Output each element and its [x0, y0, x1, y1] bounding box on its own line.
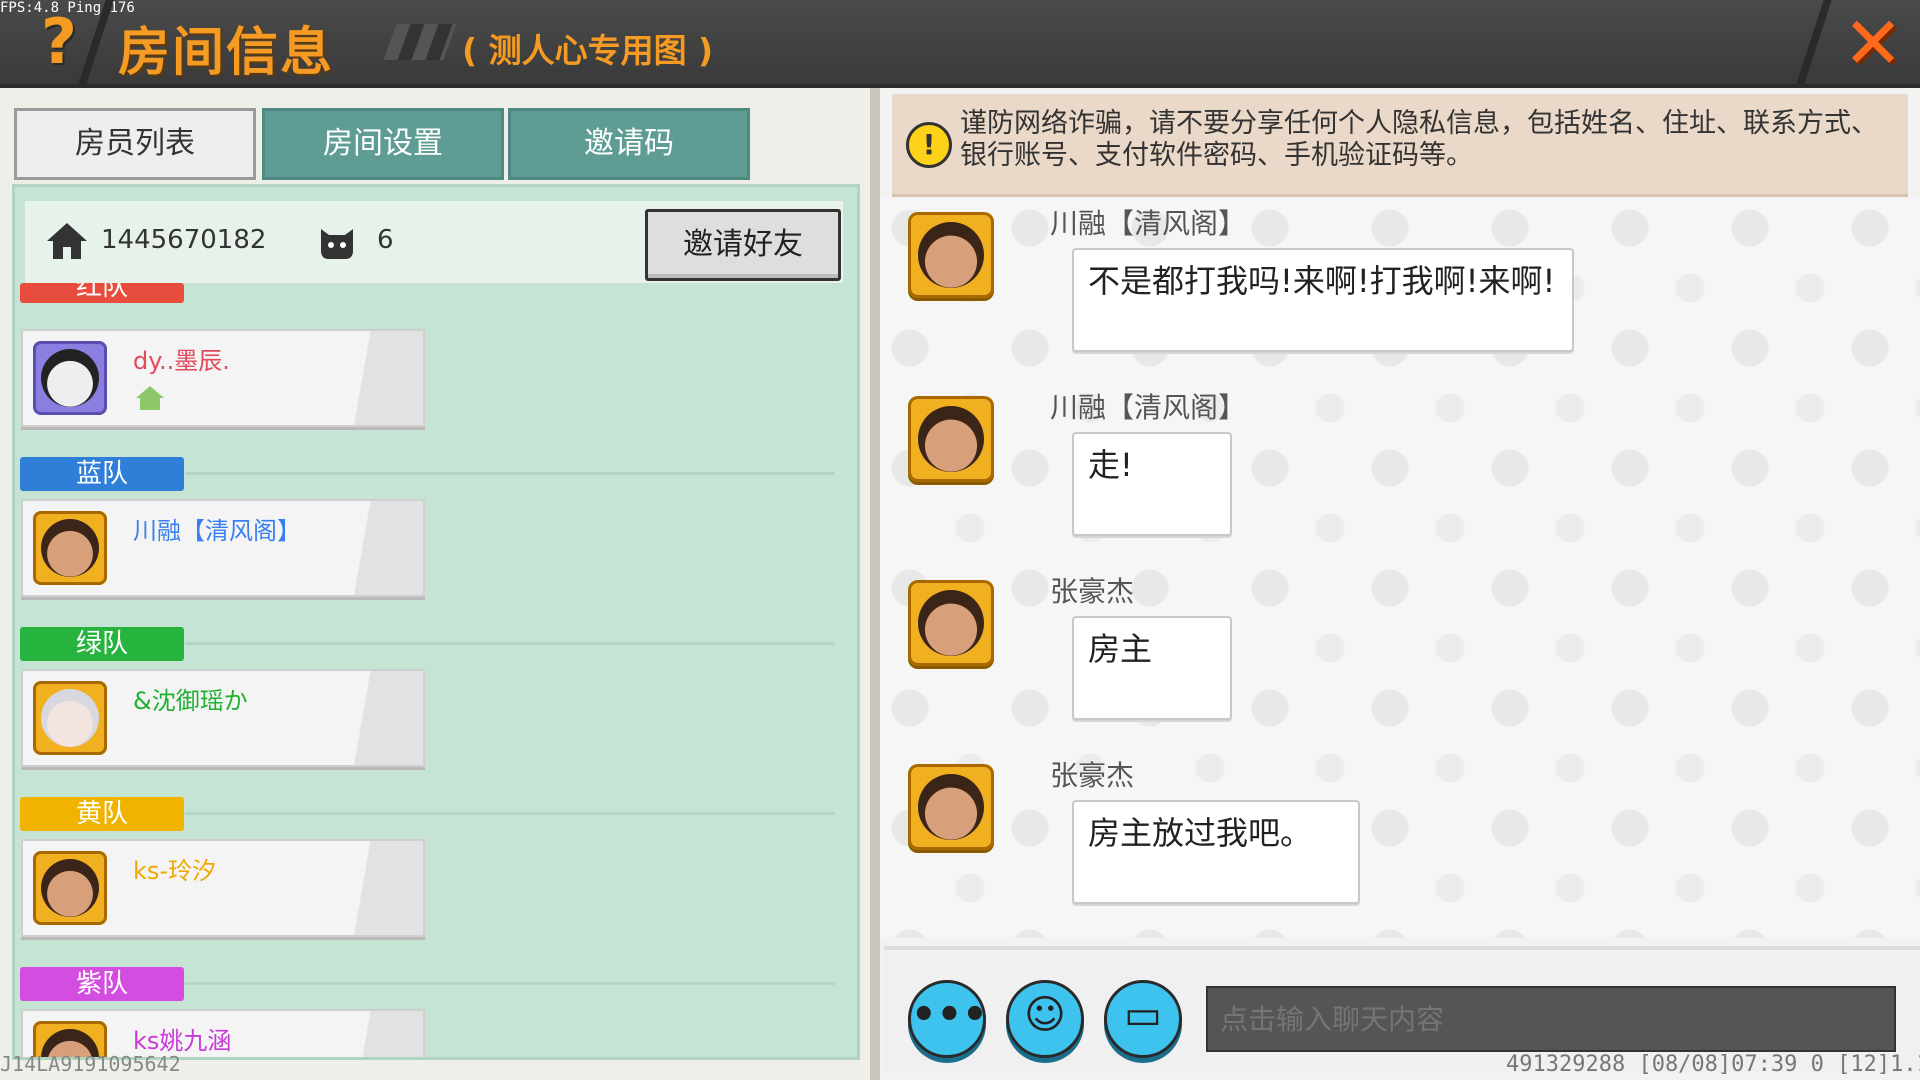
avatar: [908, 396, 994, 482]
host-house-icon: [136, 386, 164, 410]
message-bubble: 房主: [1072, 616, 1232, 720]
keyboard-icon[interactable]: ▭: [1104, 980, 1182, 1058]
team-label-green: 绿队: [20, 627, 184, 661]
message-sender: 张豪杰: [1050, 759, 1135, 792]
tab-member-list[interactable]: 房员列表: [14, 108, 256, 180]
emoji-icon[interactable]: ☺: [1006, 980, 1084, 1058]
tab-room-settings[interactable]: 房间设置: [262, 108, 504, 180]
tab-invite-code[interactable]: 邀请码: [508, 108, 750, 180]
version-info: 491329288 [08/08]07:39 0 [12]1.16.1: [1506, 1052, 1920, 1077]
divider: [185, 812, 835, 815]
team-label-purple: 紫队: [20, 967, 184, 1001]
room-info-bar: 1445670182 6 邀请好友: [25, 201, 843, 283]
member-name: 川融【清风阁】: [133, 517, 301, 545]
chat-messages[interactable]: 川融【清风阁】 不是都打我吗!来啊!打我啊!来啊! 川融【清风阁】 走! 张豪杰…: [880, 198, 1920, 938]
message-sender: 川融【清风阁】: [1050, 207, 1247, 240]
member-card[interactable]: &沈御瑶か: [21, 669, 425, 767]
divider: [185, 982, 835, 985]
message-bubble: 房主放过我吧。: [1072, 800, 1360, 904]
map-subtitle: ( 测人心专用图 ): [462, 31, 714, 70]
message-sender: 张豪杰: [1050, 575, 1135, 608]
member-panel: 房员列表 房间设置 邀请码 1445670182 6 邀请好友 红队 dy..墨…: [0, 88, 870, 1080]
divider: [1796, 0, 1832, 84]
team-label-yellow: 黄队: [20, 797, 184, 831]
invite-friends-button[interactable]: 邀请好友: [645, 209, 841, 281]
avatar: [908, 580, 994, 666]
chat-panel: ! 谨防网络诈骗，请不要分享任何个人隐私信息，包括姓名、住址、联系方式、银行账号…: [880, 88, 1920, 1080]
divider: [185, 472, 835, 475]
avatar: [908, 764, 994, 850]
close-icon[interactable]: ✕: [1836, 6, 1910, 80]
title-bar: FPS:4.8 Ping:176 ? 房间信息 ( 测人心专用图 ) ✕: [0, 0, 1920, 88]
member-card[interactable]: ks-玲汐: [21, 839, 425, 937]
more-icon[interactable]: •••: [908, 980, 988, 1058]
member-name: ks姚九涵: [133, 1027, 232, 1055]
player-count-icon: [321, 229, 353, 259]
member-name: dy..墨辰.: [133, 347, 230, 375]
warning-icon: !: [906, 122, 952, 168]
member-card[interactable]: 川融【清风阁】: [21, 499, 425, 597]
page-title: 房间信息: [118, 23, 335, 83]
message-bubble: 走!: [1072, 432, 1232, 536]
room-id: 1445670182: [101, 225, 267, 255]
warning-text: 谨防网络诈骗，请不要分享任何个人隐私信息，包括姓名、住址、联系方式、银行账号、支…: [960, 108, 1878, 171]
message-bubble: 不是都打我吗!来啊!打我啊!来啊!: [1072, 248, 1574, 352]
header-decoration: [383, 24, 457, 60]
team-label-red: 红队: [20, 283, 184, 303]
member-card[interactable]: dy..墨辰.: [21, 329, 425, 427]
house-icon: [47, 223, 87, 259]
team-label-blue: 蓝队: [20, 457, 184, 491]
member-name: ks-玲汐: [133, 857, 217, 885]
avatar: [33, 851, 107, 925]
player-count: 6: [377, 225, 394, 255]
divider: [185, 642, 835, 645]
chat-input[interactable]: [1206, 986, 1896, 1052]
avatar: [908, 212, 994, 298]
fraud-warning: ! 谨防网络诈骗，请不要分享任何个人隐私信息，包括姓名、住址、联系方式、银行账号…: [892, 94, 1908, 197]
device-id: J14LA9191095642: [0, 1052, 181, 1076]
avatar: [33, 341, 107, 415]
avatar: [33, 681, 107, 755]
avatar: [33, 511, 107, 585]
member-list[interactable]: 1445670182 6 邀请好友 红队 dy..墨辰. 蓝队 川融【清风阁】 …: [12, 184, 860, 1060]
member-name: &沈御瑶か: [133, 687, 248, 715]
message-sender: 川融【清风阁】: [1050, 391, 1247, 424]
